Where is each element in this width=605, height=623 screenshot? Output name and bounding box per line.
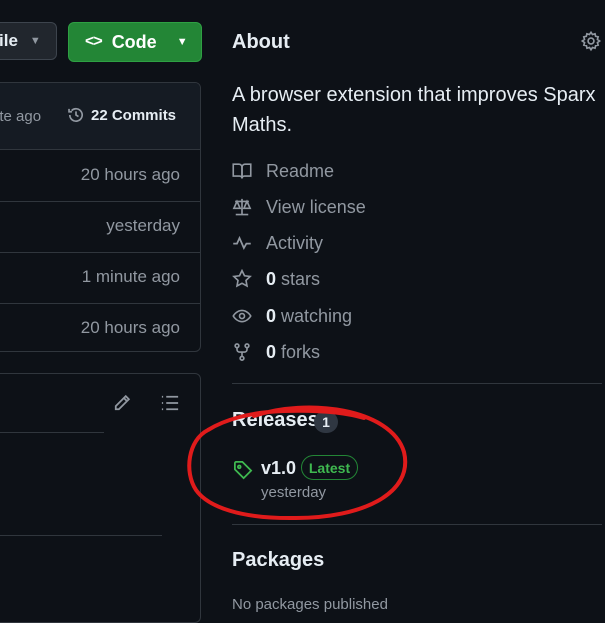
file-button-label: ile (0, 31, 18, 50)
activity-label: Activity (266, 232, 324, 253)
star-icon (232, 269, 252, 288)
file-button[interactable]: ile ▼ (0, 22, 57, 60)
watching-count: 0 (266, 305, 277, 326)
stars-label: stars (281, 268, 321, 289)
pulse-icon (233, 235, 251, 250)
fork-icon (234, 343, 250, 361)
readme-panel (0, 373, 201, 623)
gear-icon[interactable] (580, 30, 602, 52)
watching-label: watching (281, 305, 353, 326)
latest-commit-time: ute ago (0, 108, 42, 125)
license-link[interactable]: View license (232, 195, 366, 219)
divider (0, 432, 104, 433)
divider (0, 535, 162, 536)
file-row[interactable]: 1 minute ago (0, 252, 200, 304)
file-row-time: 1 minute ago (81, 267, 180, 286)
history-icon (68, 108, 84, 122)
chevron-down-icon: ▼ (176, 36, 188, 48)
stars-link[interactable]: 0 stars (232, 267, 320, 291)
about-heading: About (232, 31, 290, 53)
file-row[interactable]: yesterday (0, 201, 200, 253)
watching-link[interactable]: 0 watching (232, 304, 352, 328)
book-icon (232, 163, 252, 179)
activity-link[interactable]: Activity (232, 231, 323, 255)
forks-link[interactable]: 0 forks (232, 340, 320, 364)
readme-link[interactable]: Readme (232, 159, 334, 183)
eye-icon (232, 309, 252, 323)
commits-count-label: 22 Commits (91, 106, 177, 124)
divider (232, 383, 602, 384)
packages-heading[interactable]: Packages (232, 549, 324, 572)
readme-label: Readme (266, 160, 335, 181)
latest-commit-header: ute ago 22 Commits (0, 83, 200, 150)
code-button[interactable]: <> Code ▼ (68, 22, 202, 62)
forks-label: forks (281, 341, 321, 362)
file-row[interactable]: 20 hours ago (0, 150, 200, 202)
file-row-time: 20 hours ago (80, 165, 180, 184)
packages-note: No packages published (232, 596, 388, 613)
file-row[interactable]: 20 hours ago (0, 303, 200, 351)
divider (232, 524, 602, 525)
license-label: View license (266, 196, 366, 217)
forks-count: 0 (266, 341, 277, 362)
outline-list-icon[interactable] (160, 393, 180, 413)
chevron-down-icon: ▼ (29, 35, 41, 47)
scale-icon (232, 198, 252, 216)
repo-description: A browser extension that improves Sparx … (232, 84, 596, 136)
annotation-circle (187, 405, 408, 521)
code-icon: <> (85, 33, 103, 50)
file-list-panel: ute ago 22 Commits 20 hours ago yesterda… (0, 82, 201, 352)
file-row-time: 20 hours ago (80, 318, 180, 337)
code-button-label: Code (111, 31, 157, 52)
commits-link[interactable]: 22 Commits (67, 106, 176, 124)
pencil-icon[interactable] (112, 393, 132, 413)
stars-count: 0 (266, 268, 277, 289)
file-row-time: yesterday (106, 216, 180, 235)
